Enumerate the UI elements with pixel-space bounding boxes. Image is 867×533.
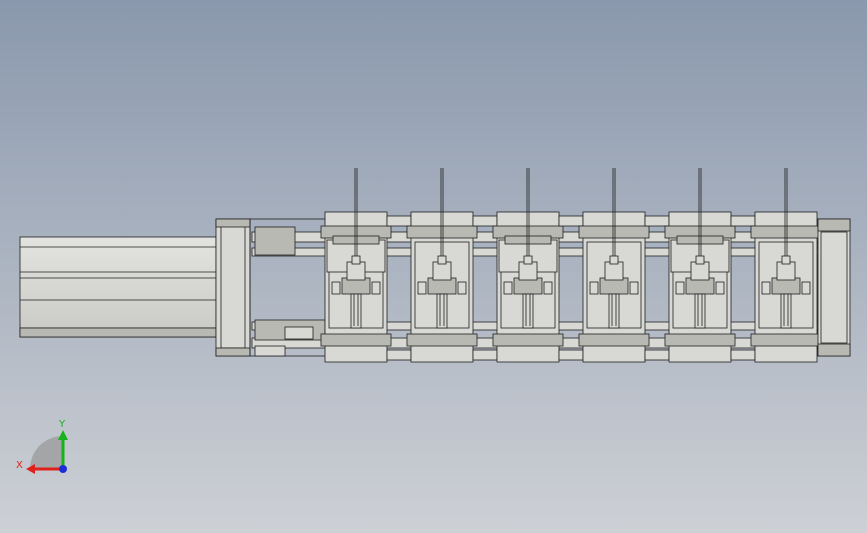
assembly-drawing[interactable]: .edged rect, .edged polygon, .edged path… — [0, 0, 867, 533]
motor-body[interactable] — [19, 236, 217, 338]
coordinate-triad: X Y — [16, 419, 68, 474]
motor-flange[interactable] — [215, 218, 251, 357]
rod-clamps[interactable] — [254, 226, 326, 357]
cad-viewport[interactable]: .edged rect, .edged polygon, .edged path… — [0, 0, 867, 533]
module-4[interactable] — [578, 168, 670, 363]
end-block[interactable] — [817, 218, 851, 357]
module-array — [320, 168, 822, 363]
y-axis-label: Y — [58, 419, 66, 430]
module-2[interactable] — [406, 168, 498, 363]
z-axis-dot — [59, 465, 67, 473]
y-axis-arrowhead — [58, 430, 68, 440]
module-1[interactable] — [320, 168, 412, 363]
module-3[interactable] — [492, 168, 584, 363]
module-6[interactable] — [750, 168, 822, 363]
module-5[interactable] — [664, 168, 756, 363]
x-axis-label: X — [16, 460, 23, 471]
